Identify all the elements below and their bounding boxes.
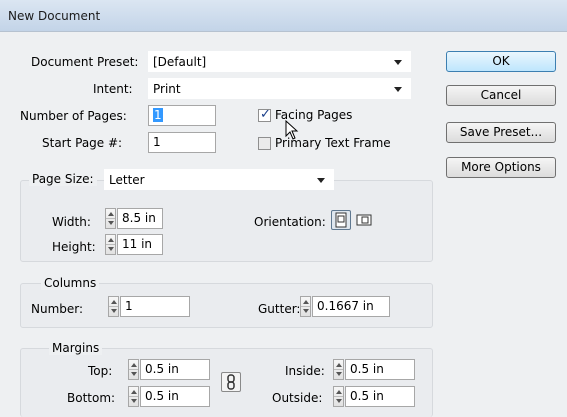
gutter-value: 0.1667 in — [317, 299, 374, 313]
checkmark-icon: ✓ — [260, 107, 271, 122]
ok-button[interactable]: OK — [446, 51, 556, 72]
margins-title: Margins — [49, 341, 103, 355]
document-preset-dropdown[interactable]: [Default] — [148, 51, 411, 72]
arrow-up-icon — [303, 300, 309, 304]
chain-link-icon — [227, 374, 235, 390]
chevron-down-icon — [394, 60, 402, 65]
more-options-button[interactable]: More Options — [446, 157, 556, 178]
margin-outside-label: Outside: — [272, 391, 323, 405]
start-page-label: Start Page #: — [42, 136, 123, 150]
margin-top-value: 0.5 in — [145, 362, 179, 376]
arrow-down-icon — [131, 399, 137, 403]
intent-value: Print — [153, 82, 181, 96]
margin-bottom-label: Bottom: — [67, 391, 116, 405]
link-margins-button[interactable] — [221, 372, 241, 392]
width-label: Width: — [52, 215, 91, 229]
arrow-down-icon — [336, 399, 342, 403]
chevron-down-icon — [317, 178, 325, 183]
gutter-input[interactable]: 0.1667 in — [312, 296, 390, 317]
margin-inside-input[interactable]: 0.5 in — [345, 359, 415, 380]
intent-dropdown[interactable]: Print — [148, 78, 411, 99]
margin-bottom-stepper[interactable] — [128, 386, 139, 407]
height-label: Height: — [52, 240, 96, 254]
columns-number-stepper[interactable] — [108, 296, 119, 317]
height-value: 11 in — [122, 237, 153, 251]
arrow-down-icon — [336, 372, 342, 376]
cancel-button[interactable]: Cancel — [446, 85, 556, 106]
orientation-label: Orientation: — [254, 215, 326, 229]
arrow-down-icon — [303, 309, 309, 313]
save-preset-button[interactable]: Save Preset... — [446, 122, 556, 143]
new-document-dialog: New Document Document Preset: [Default] … — [0, 0, 567, 417]
columns-title: Columns — [41, 276, 100, 290]
arrow-up-icon — [336, 363, 342, 367]
margin-top-label: Top: — [88, 364, 113, 378]
arrow-up-icon — [336, 390, 342, 394]
margin-outside-stepper[interactable] — [333, 386, 344, 407]
arrow-up-icon — [108, 212, 114, 216]
page-size-label: Page Size: — [29, 172, 97, 186]
chevron-down-icon — [394, 87, 402, 92]
margin-inside-stepper[interactable] — [333, 359, 344, 380]
start-page-value: 1 — [153, 135, 161, 149]
arrow-up-icon — [131, 390, 137, 394]
number-of-pages-label: Number of Pages: — [20, 109, 127, 123]
arrow-up-icon — [111, 300, 117, 304]
arrow-down-icon — [111, 309, 117, 313]
document-preset-value: [Default] — [153, 55, 207, 69]
margin-bottom-input[interactable]: 0.5 in — [140, 386, 210, 407]
number-of-pages-input[interactable]: 1 — [148, 105, 216, 126]
landscape-page-icon — [356, 214, 372, 226]
margin-bottom-value: 0.5 in — [145, 389, 179, 403]
margin-top-stepper[interactable] — [128, 359, 139, 380]
portrait-orientation-button[interactable] — [331, 210, 351, 230]
number-of-pages-value: 1 — [153, 108, 163, 122]
margin-top-input[interactable]: 0.5 in — [140, 359, 210, 380]
gutter-stepper[interactable] — [300, 296, 311, 317]
margin-outside-value: 0.5 in — [350, 389, 384, 403]
page-size-dropdown[interactable]: Letter — [104, 169, 334, 190]
window-title: New Document — [8, 9, 101, 23]
margin-inside-value: 0.5 in — [350, 362, 384, 376]
arrow-down-icon — [108, 247, 114, 251]
width-input[interactable]: 8.5 in — [117, 208, 163, 229]
height-stepper[interactable] — [105, 234, 116, 255]
portrait-page-icon — [335, 212, 347, 228]
arrow-down-icon — [108, 221, 114, 225]
document-preset-label: Document Preset: — [31, 55, 139, 69]
arrow-up-icon — [108, 238, 114, 242]
facing-pages-checkbox[interactable]: ✓ — [258, 107, 271, 122]
gutter-label: Gutter: — [258, 302, 301, 316]
height-input[interactable]: 11 in — [117, 234, 163, 255]
arrow-up-icon — [131, 363, 137, 367]
mouse-pointer-icon — [285, 120, 299, 140]
intent-label: Intent: — [93, 82, 133, 96]
page-size-value: Letter — [109, 173, 145, 187]
margin-inside-label: Inside: — [285, 364, 325, 378]
landscape-orientation-button[interactable] — [354, 210, 374, 230]
start-page-input[interactable]: 1 — [148, 132, 216, 153]
columns-number-value: 1 — [125, 299, 133, 313]
title-bar[interactable]: New Document — [0, 0, 567, 32]
width-value: 8.5 in — [122, 211, 156, 225]
columns-number-label: Number: — [31, 302, 84, 316]
primary-text-frame-checkbox[interactable] — [258, 137, 271, 150]
columns-number-input[interactable]: 1 — [120, 296, 190, 317]
width-stepper[interactable] — [105, 208, 116, 229]
margin-outside-input[interactable]: 0.5 in — [345, 386, 415, 407]
arrow-down-icon — [131, 372, 137, 376]
